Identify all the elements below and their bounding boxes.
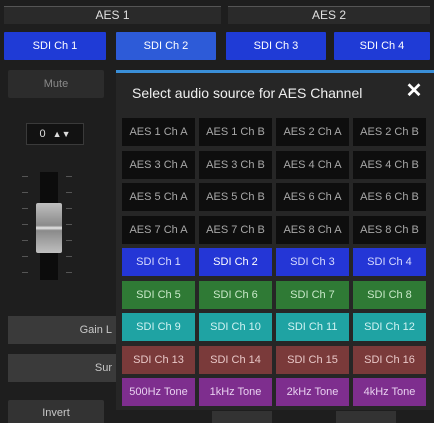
invert-button-3[interactable] <box>336 411 396 423</box>
source-option[interactable]: SDI Ch 13 <box>122 345 195 374</box>
source-option[interactable]: AES 2 Ch A <box>276 118 349 146</box>
aes1-header: AES 1 <box>4 6 221 24</box>
fader-tick <box>66 240 72 241</box>
fader-knob[interactable] <box>36 203 62 253</box>
source-option[interactable]: SDI Ch 10 <box>199 313 272 341</box>
level-value: 0 <box>39 128 46 140</box>
source-option[interactable]: SDI Ch 15 <box>276 345 349 374</box>
source-option[interactable]: AES 3 Ch A <box>122 150 195 179</box>
tab-sdi-ch-2[interactable]: SDI Ch 2 <box>116 32 216 60</box>
source-option[interactable]: AES 2 Ch B <box>353 118 426 146</box>
source-option[interactable]: SDI Ch 16 <box>353 345 426 374</box>
tab-sdi-ch-1[interactable]: SDI Ch 1 <box>4 32 106 60</box>
tab-sdi-ch-4[interactable]: SDI Ch 4 <box>334 32 430 60</box>
fader-tick <box>66 272 72 273</box>
channel-strip: Mute 0 ▲▼ Gain L Sur Invert <box>0 60 116 423</box>
source-option[interactable]: 4kHz Tone <box>353 378 426 406</box>
source-option[interactable]: SDI Ch 4 <box>353 248 426 276</box>
source-option[interactable]: AES 3 Ch B <box>199 150 272 179</box>
tab-sdi-ch-3[interactable]: SDI Ch 3 <box>226 32 326 60</box>
gain-button[interactable]: Gain L <box>8 316 116 344</box>
popup-title: Select audio source for AES Channel <box>132 85 363 101</box>
source-option[interactable]: AES 5 Ch B <box>199 183 272 211</box>
mute-button[interactable]: Mute <box>8 70 104 98</box>
source-option[interactable]: SDI Ch 11 <box>276 313 349 341</box>
source-option[interactable]: AES 7 Ch A <box>122 215 195 244</box>
source-option[interactable]: AES 7 Ch B <box>199 215 272 244</box>
source-option[interactable]: SDI Ch 12 <box>353 313 426 341</box>
source-option[interactable]: 500Hz Tone <box>122 378 195 406</box>
sur-button[interactable]: Sur <box>8 354 116 382</box>
source-option[interactable]: SDI Ch 5 <box>122 280 195 309</box>
fader-tick <box>22 256 28 257</box>
source-option[interactable]: 1kHz Tone <box>199 378 272 406</box>
popup-header: Select audio source for AES Channel ✕ <box>116 73 434 113</box>
source-option[interactable]: AES 8 Ch B <box>353 215 426 244</box>
close-icon[interactable]: ✕ <box>404 81 424 101</box>
source-option[interactable]: AES 1 Ch B <box>199 118 272 146</box>
source-option[interactable]: AES 8 Ch A <box>276 215 349 244</box>
fader-tick <box>22 192 28 193</box>
fader-tick <box>22 224 28 225</box>
spinner-arrows-icon[interactable]: ▲▼ <box>53 129 71 139</box>
fader-tick <box>66 224 72 225</box>
fader-tick <box>66 208 72 209</box>
fader-tick <box>66 192 72 193</box>
aes2-header: AES 2 <box>228 6 430 24</box>
fader-tick <box>22 240 28 241</box>
invert-button[interactable]: Invert <box>8 400 104 423</box>
fader-tick <box>22 272 28 273</box>
source-option[interactable]: SDI Ch 6 <box>199 280 272 309</box>
source-option[interactable]: SDI Ch 3 <box>276 248 349 276</box>
invert-button-2[interactable] <box>212 411 272 423</box>
source-option[interactable]: SDI Ch 14 <box>199 345 272 374</box>
source-option[interactable]: AES 6 Ch B <box>353 183 426 211</box>
source-option[interactable]: 2kHz Tone <box>276 378 349 406</box>
source-option[interactable]: AES 4 Ch B <box>353 150 426 179</box>
source-option[interactable]: SDI Ch 9 <box>122 313 195 341</box>
source-option[interactable]: SDI Ch 2 <box>199 248 272 276</box>
fader-tick <box>22 208 28 209</box>
source-option[interactable]: SDI Ch 1 <box>122 248 195 276</box>
fader-tick <box>66 176 72 177</box>
level-stepper[interactable]: 0 ▲▼ <box>26 123 84 145</box>
source-option[interactable]: SDI Ch 8 <box>353 280 426 309</box>
source-option[interactable]: AES 5 Ch A <box>122 183 195 211</box>
source-option[interactable]: SDI Ch 7 <box>276 280 349 309</box>
fader-tick <box>66 256 72 257</box>
source-option[interactable]: AES 1 Ch A <box>122 118 195 146</box>
source-option[interactable]: AES 4 Ch A <box>276 150 349 179</box>
source-option[interactable]: AES 6 Ch A <box>276 183 349 211</box>
fader-tick <box>22 176 28 177</box>
audio-source-popup: Select audio source for AES Channel ✕ AE… <box>116 70 434 410</box>
